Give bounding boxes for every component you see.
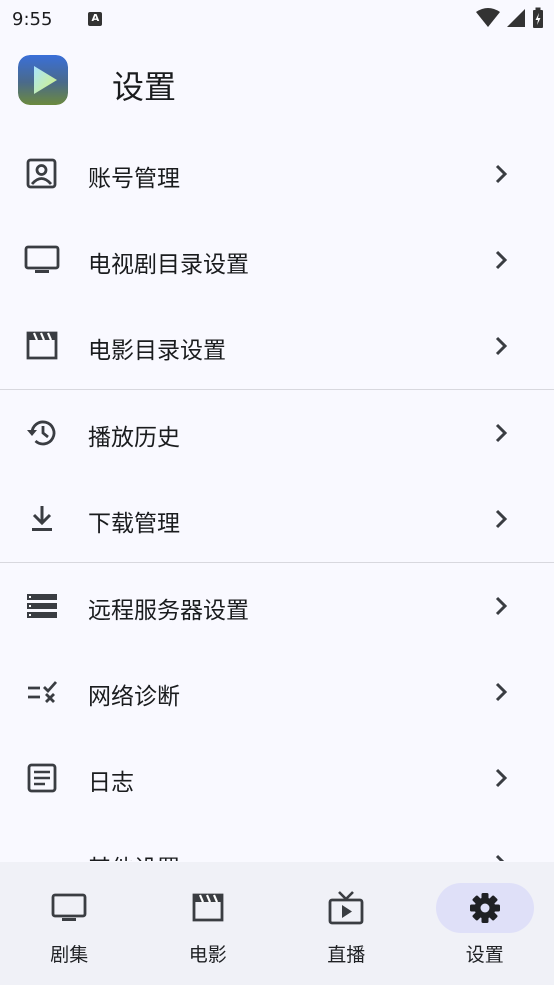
more-icon <box>24 848 60 861</box>
menu-item-network-diagnosis[interactable]: 网络诊断 <box>0 649 554 735</box>
movie-icon <box>26 331 58 360</box>
chevron-right-icon <box>495 509 508 529</box>
wifi-icon <box>476 8 500 27</box>
movie-icon <box>192 893 224 922</box>
chevron-right-icon <box>495 164 508 184</box>
account-box-icon <box>26 158 57 189</box>
menu-item-remote-server[interactable]: 远程服务器设置 <box>0 563 554 649</box>
menu-label: 远程服务器设置 <box>88 598 249 624</box>
nav-tab-movies[interactable]: 电影 <box>139 862 278 985</box>
app-header: 设置 <box>0 52 554 110</box>
chevron-right-icon <box>495 596 508 616</box>
settings-menu: 账号管理 电视剧目录设置 电影目录设置 播放历史 下载管理 远程服务器设置 网络… <box>0 131 554 861</box>
tv-icon <box>24 245 60 273</box>
menu-item-history[interactable]: 播放历史 <box>0 390 554 476</box>
storage-icon <box>27 594 57 618</box>
chevron-right-icon <box>495 423 508 443</box>
menu-label: 日志 <box>88 770 134 796</box>
menu-label: 其他设置 <box>88 849 180 861</box>
nav-tab-series[interactable]: 剧集 <box>0 862 139 985</box>
history-icon <box>27 420 56 446</box>
chevron-right-icon <box>495 682 508 702</box>
menu-label: 电影目录设置 <box>88 338 226 364</box>
chevron-right-icon <box>495 250 508 270</box>
notification-a-icon: A <box>88 12 103 26</box>
menu-item-tv-directory[interactable]: 电视剧目录设置 <box>0 217 554 303</box>
gear-icon <box>469 893 500 923</box>
signal-icon <box>507 9 525 27</box>
chevron-right-icon <box>495 854 505 861</box>
nav-label: 直播 <box>327 944 366 966</box>
chevron-right-icon <box>495 336 508 356</box>
menu-label: 播放历史 <box>88 425 180 451</box>
nav-tab-settings[interactable]: 设置 <box>416 862 554 985</box>
battery-charging-icon <box>533 7 543 28</box>
bottom-navigation: 剧集 电影 直播 设置 <box>0 862 554 985</box>
status-time: 9:55 <box>12 8 53 30</box>
nav-label: 设置 <box>465 944 504 966</box>
play-logo-icon <box>18 55 68 105</box>
chevron-right-icon <box>495 768 508 788</box>
nav-label: 电影 <box>188 944 227 966</box>
article-icon <box>27 763 57 793</box>
live-tv-icon <box>328 891 364 925</box>
nav-label: 剧集 <box>50 944 89 966</box>
menu-item-account[interactable]: 账号管理 <box>0 131 554 217</box>
menu-label: 下载管理 <box>88 511 180 537</box>
nav-tab-live[interactable]: 直播 <box>277 862 416 985</box>
menu-item-logs[interactable]: 日志 <box>0 735 554 821</box>
status-bar: 9:55 A <box>0 0 554 38</box>
menu-label: 账号管理 <box>88 166 180 192</box>
menu-label: 网络诊断 <box>88 684 180 710</box>
download-icon <box>32 506 52 531</box>
menu-item-movie-directory[interactable]: 电影目录设置 <box>0 303 554 389</box>
menu-label: 电视剧目录设置 <box>88 252 249 278</box>
page-title: 设置 <box>112 68 177 106</box>
tv-icon <box>51 893 87 921</box>
rule-icon <box>28 681 58 703</box>
menu-item-other-settings[interactable]: 其他设置 <box>0 821 554 861</box>
menu-item-downloads[interactable]: 下载管理 <box>0 476 554 562</box>
